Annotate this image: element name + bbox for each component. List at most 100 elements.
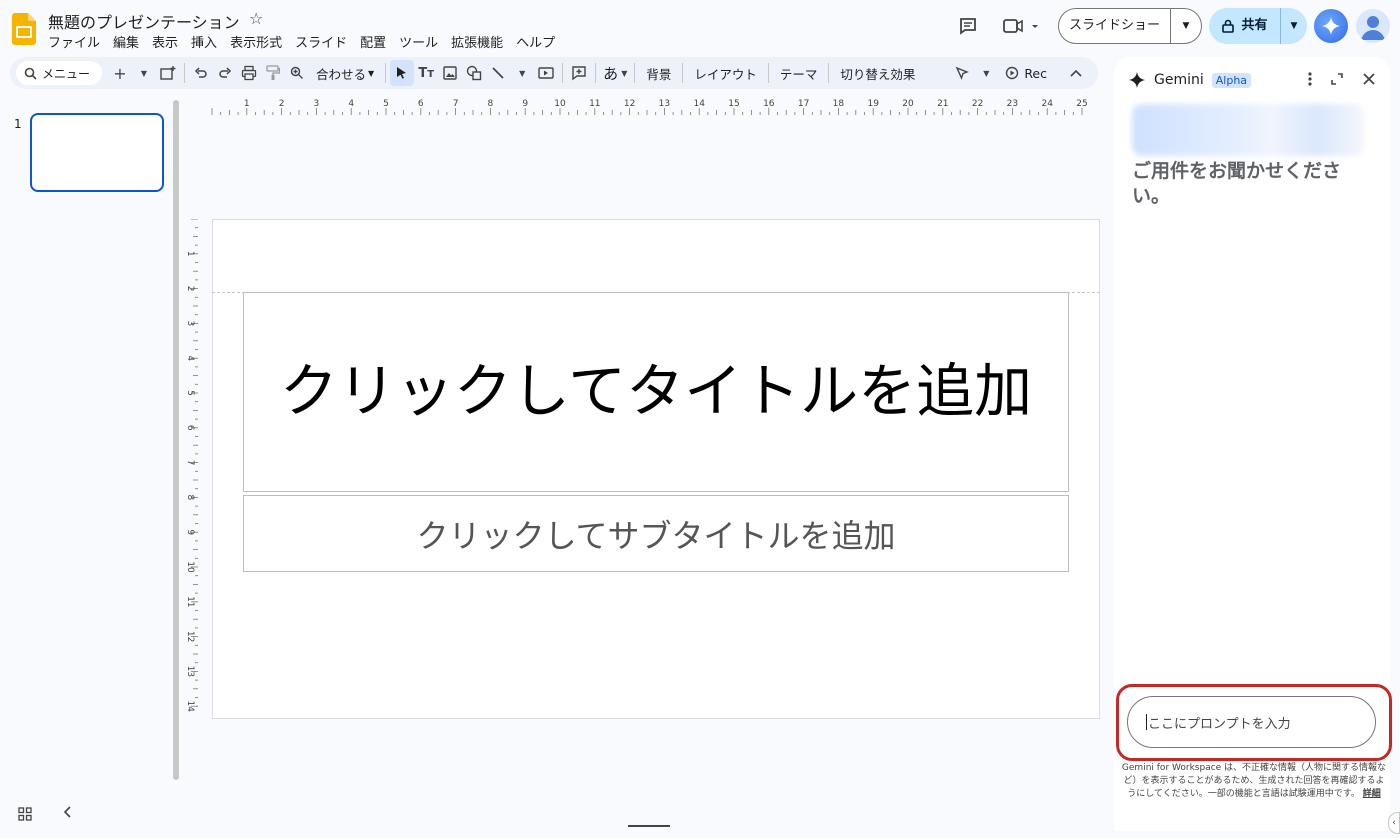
share-dropdown-icon[interactable]: ▼ xyxy=(1281,21,1307,31)
ruler-label: 7 xyxy=(453,99,459,109)
zoom-label: 合わせる xyxy=(316,66,367,82)
menu-search-box[interactable]: メニュー xyxy=(16,61,102,85)
share-button[interactable]: 共有 ▼ xyxy=(1209,8,1307,44)
zoom-select[interactable]: 合わせる ▼ xyxy=(309,60,381,86)
menu-extensions[interactable]: 拡張機能 xyxy=(451,32,510,51)
slide-thumbnail[interactable] xyxy=(30,113,164,192)
comments-icon[interactable] xyxy=(956,14,980,38)
ruler-label: 6 xyxy=(418,99,424,109)
collapse-side-panel-icon[interactable]: ‹ xyxy=(1388,812,1400,834)
menu-insert[interactable]: 挿入 xyxy=(191,32,224,51)
toolbar-divider xyxy=(767,63,769,83)
redo-icon[interactable] xyxy=(213,60,237,86)
menu-file[interactable]: ファイル xyxy=(48,32,107,51)
star-icon[interactable]: ☆ xyxy=(249,9,263,28)
ruler-label: 17 xyxy=(798,99,809,109)
toolbar-divider xyxy=(682,63,684,83)
print-icon[interactable] xyxy=(237,60,261,86)
new-slide-dropdown-icon[interactable]: ▼ xyxy=(132,60,156,86)
ruler-label: 21 xyxy=(937,99,948,109)
menu-arrange[interactable]: 配置 xyxy=(360,32,393,51)
ruler-label: 20 xyxy=(902,99,914,109)
background-button[interactable]: 背景 xyxy=(639,60,678,86)
menu-tools[interactable]: ツール xyxy=(399,32,445,51)
gemini-name: Gemini xyxy=(1154,72,1204,88)
line-icon[interactable] xyxy=(486,60,510,86)
ruler-label: 1 xyxy=(244,99,250,109)
avatar[interactable] xyxy=(1356,9,1390,43)
pointer-dropdown-icon[interactable]: ▼ xyxy=(974,60,998,86)
meet-icon[interactable] xyxy=(1002,14,1042,38)
search-icon xyxy=(24,67,37,80)
line-dropdown-icon[interactable]: ▼ xyxy=(510,60,534,86)
subtitle-placeholder[interactable]: クリックしてサブタイトルを追加 xyxy=(243,495,1069,572)
collapse-filmstrip-icon[interactable] xyxy=(62,805,72,823)
select-tool-icon[interactable] xyxy=(390,60,415,86)
rec-button[interactable]: Rec xyxy=(998,60,1054,86)
ruler-label: 10 xyxy=(554,99,566,109)
menu-bar: ファイル 編集 表示 挿入 表示形式 スライド 配置 ツール 拡張機能 ヘルプ xyxy=(48,32,568,51)
transition-button[interactable]: 切り替え効果 xyxy=(833,60,922,86)
theme-button[interactable]: テーマ xyxy=(773,60,825,86)
zoom-icon[interactable] xyxy=(285,60,309,86)
gemini-greeting: ご用件をお聞かせください。 xyxy=(1132,160,1342,207)
menu-slide[interactable]: スライド xyxy=(295,32,354,51)
menu-help[interactable]: ヘルプ xyxy=(516,32,562,51)
lock-icon xyxy=(1222,19,1235,33)
ruler-label: 5 xyxy=(383,99,389,109)
ruler-label: 14 xyxy=(185,700,195,712)
menu-edit[interactable]: 編集 xyxy=(113,32,146,51)
slideshow-dropdown-icon[interactable]: ▼ xyxy=(1171,21,1201,31)
ruler-label: 24 xyxy=(1041,99,1053,109)
gemini-disclaimer: Gemini for Workspace は、不正確な情報（人物に関する情報など… xyxy=(1120,762,1388,801)
document-title[interactable]: 無題のプレゼンテーション xyxy=(48,9,240,33)
slideshow-button[interactable]: スライドショー ▼ xyxy=(1058,8,1202,44)
text-box-icon[interactable]: TT xyxy=(414,60,438,86)
ruler-label: 8 xyxy=(488,99,494,109)
expand-icon[interactable] xyxy=(1330,71,1344,90)
toolbar-divider xyxy=(595,63,597,83)
title-placeholder[interactable]: クリックしてタイトルを追加 xyxy=(243,292,1069,492)
video-icon[interactable] xyxy=(534,60,558,86)
menu-search-label: メニュー xyxy=(42,66,91,81)
horizontal-ruler[interactable]: 1 2 3 4 5 6 7 8 9 10 11 12 13 14 15 16 17 18 19 20 21 22 23 24 2… xyxy=(198,95,1098,115)
ruler-label: 23 xyxy=(1007,99,1018,109)
new-slide-button[interactable]: + xyxy=(108,60,132,86)
slides-logo-icon[interactable] xyxy=(12,13,36,45)
undo-icon[interactable] xyxy=(189,60,213,86)
input-tools-button[interactable]: あ ▼ xyxy=(600,60,630,86)
image-icon[interactable] xyxy=(438,60,462,86)
add-comment-icon[interactable] xyxy=(567,60,591,86)
ruler-label: 4 xyxy=(348,99,354,109)
grid-view-icon[interactable] xyxy=(18,806,32,825)
ruler-label: 2 xyxy=(279,99,285,109)
more-options-icon[interactable] xyxy=(1308,71,1312,90)
toolbar-divider xyxy=(184,63,185,83)
speaker-notes-handle[interactable] xyxy=(628,825,670,827)
prompt-input[interactable]: ここにプロンプトを入力 xyxy=(1127,696,1376,748)
slideshow-label[interactable]: スライドショー xyxy=(1059,9,1171,43)
ruler-label: 6 xyxy=(185,425,195,431)
toolbar-divider xyxy=(828,63,830,83)
close-icon[interactable] xyxy=(1362,71,1376,90)
ruler-label: 25 xyxy=(1076,99,1087,109)
vertical-ruler[interactable]: 1 2 3 4 5 6 7 8 9 10 11 12 13 14 xyxy=(180,218,198,719)
input-mode-label: あ xyxy=(603,64,619,83)
ruler-label: 11 xyxy=(589,99,600,109)
menu-format[interactable]: 表示形式 xyxy=(230,32,289,51)
ruler-label: 14 xyxy=(693,99,705,109)
add-slide-icon[interactable] xyxy=(156,60,180,86)
shape-icon[interactable] xyxy=(462,60,486,86)
gemini-sparkle-icon[interactable] xyxy=(1314,9,1348,43)
details-link[interactable]: 詳細 xyxy=(1363,789,1381,799)
collapse-toolbar-icon[interactable] xyxy=(1064,60,1088,86)
menu-view[interactable]: 表示 xyxy=(152,32,185,51)
pointer-mode-icon[interactable] xyxy=(950,60,974,86)
ruler-label: 18 xyxy=(833,99,845,109)
filmstrip-scrollbar[interactable] xyxy=(173,100,179,780)
record-icon xyxy=(1006,66,1019,80)
paint-format-icon[interactable] xyxy=(261,60,285,86)
layout-button[interactable]: レイアウト xyxy=(687,60,764,86)
ruler-label: 11 xyxy=(185,596,195,607)
ruler-label: 22 xyxy=(972,99,983,109)
